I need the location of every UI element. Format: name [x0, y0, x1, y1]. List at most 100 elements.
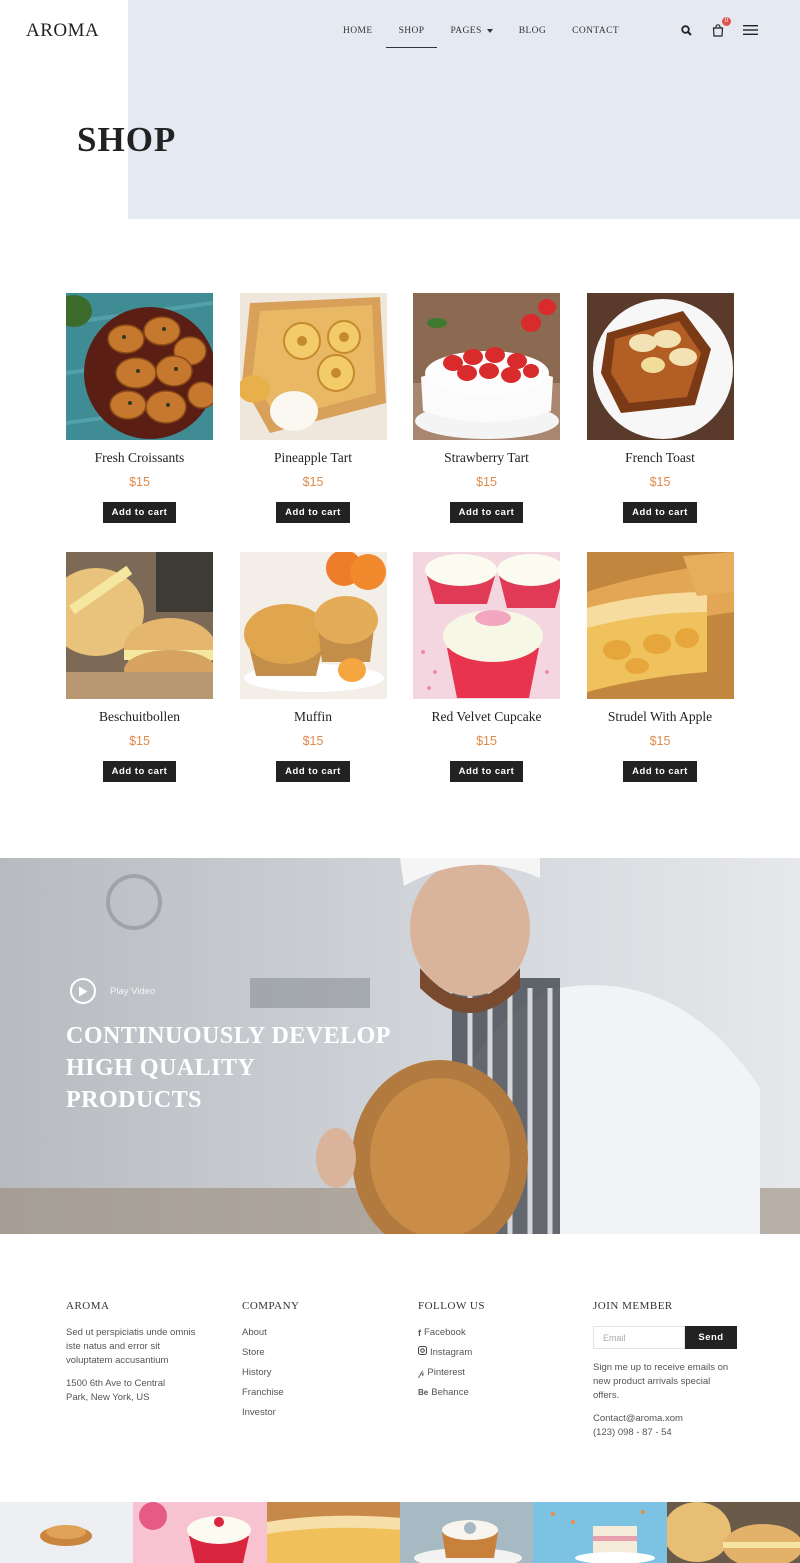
product-name[interactable]: Beschuitbollen: [66, 709, 213, 727]
product-image[interactable]: [586, 552, 734, 699]
product-price: $15: [649, 475, 671, 489]
cart-icon[interactable]: 0: [710, 17, 731, 38]
behance-label: Behance: [431, 1387, 469, 1398]
footer-join-heading: JOIN MEMBER: [593, 1300, 673, 1312]
play-video-label: Play Video: [110, 985, 156, 997]
gallery-image[interactable]: [399, 1502, 534, 1563]
footer-link-instagram[interactable]: Instagram: [418, 1346, 548, 1366]
footer-address-line1: 1500 6th Ave to Central: [66, 1378, 166, 1389]
instagram-icon: [418, 1346, 427, 1360]
product-image[interactable]: [239, 552, 387, 699]
product-image[interactable]: [413, 293, 560, 440]
product-price: $15: [649, 734, 671, 748]
footer-link-about[interactable]: About: [242, 1326, 362, 1346]
main-nav: HOME SHOP PAGES BLOG CONTACT: [330, 0, 632, 48]
footer-follow-heading: FOLLOW US: [418, 1300, 485, 1312]
nav-home[interactable]: HOME: [330, 0, 386, 48]
facebook-icon: f: [418, 1328, 421, 1338]
add-to-cart-button[interactable]: Add to cart: [276, 761, 350, 782]
gallery-image[interactable]: [533, 1502, 667, 1563]
site-footer: AROMA Sed ut perspiciatis unde omnis ist…: [0, 1234, 800, 1502]
footer-link-pinterest[interactable]: 𝓅 Pinterest: [418, 1366, 548, 1386]
nav-pages[interactable]: PAGES: [437, 0, 505, 48]
cart-count-badge: 0: [722, 17, 731, 26]
instagram-label: Instagram: [430, 1347, 473, 1358]
facebook-label: Facebook: [424, 1327, 466, 1338]
product-name[interactable]: Red Velvet Cupcake: [413, 709, 560, 727]
nav-shop[interactable]: SHOP: [385, 0, 438, 48]
product-price: $15: [129, 734, 150, 748]
product-name[interactable]: Fresh Croissants: [66, 450, 213, 468]
product-image[interactable]: [586, 293, 734, 440]
send-button[interactable]: Send: [685, 1326, 737, 1349]
product-image[interactable]: [66, 293, 213, 440]
nav-pages-label: PAGES: [450, 26, 482, 36]
add-to-cart-button[interactable]: Add to cart: [623, 761, 697, 782]
menu-icon[interactable]: [742, 22, 758, 38]
footer-about: AROMA Sed ut perspiciatis unde omnis ist…: [66, 1300, 206, 1405]
header-actions: 0: [678, 17, 758, 38]
footer-link-facebook[interactable]: f Facebook: [418, 1326, 548, 1346]
gallery-image[interactable]: [666, 1502, 800, 1563]
nav-blog[interactable]: BLOG: [506, 0, 559, 48]
footer-follow: FOLLOW US f Facebook Instagram 𝓅 Pintere…: [418, 1300, 548, 1406]
product-name[interactable]: Strawberry Tart: [413, 450, 560, 468]
chevron-down-icon: [486, 28, 493, 33]
product-name[interactable]: Strudel With Apple: [587, 709, 734, 727]
footer-link-behance[interactable]: Be Behance: [418, 1386, 548, 1406]
product-card: Beschuitbollen $15 Add to cart: [66, 552, 213, 811]
product-price: $15: [302, 734, 324, 748]
site-logo[interactable]: AROMA: [26, 20, 99, 42]
footer-company: COMPANY About Store History Franchise In…: [242, 1300, 362, 1426]
footer-link-franchise[interactable]: Franchise: [242, 1386, 362, 1406]
footer-link-store[interactable]: Store: [242, 1346, 362, 1366]
instagram-gallery: [0, 1502, 800, 1563]
play-icon: [70, 978, 96, 1004]
play-video-button[interactable]: Play Video: [70, 978, 155, 1004]
product-price: $15: [476, 734, 497, 748]
page-title: SHOP: [77, 120, 177, 159]
product-name[interactable]: French Toast: [587, 450, 734, 468]
footer-address-line2: Park, New York, US: [66, 1392, 150, 1403]
search-icon[interactable]: [678, 22, 694, 38]
nav-contact[interactable]: CONTACT: [559, 0, 632, 48]
contact-phone: (123) 098 - 87 - 54: [593, 1427, 672, 1438]
gallery-image[interactable]: [133, 1502, 267, 1563]
add-to-cart-button[interactable]: Add to cart: [102, 502, 177, 523]
footer-company-heading: COMPANY: [242, 1300, 300, 1312]
product-image[interactable]: [66, 552, 213, 699]
newsletter-text: Sign me up to receive emails on new prod…: [593, 1362, 729, 1401]
product-card: Strudel With Apple $15 Add to cart: [586, 552, 734, 811]
behance-icon: Be: [418, 1388, 429, 1397]
add-to-cart-button[interactable]: Add to cart: [102, 761, 177, 782]
newsletter-form: Send: [593, 1326, 743, 1349]
product-card: Fresh Croissants $15 Add to cart: [66, 293, 213, 552]
product-name[interactable]: Muffin: [240, 709, 387, 727]
add-to-cart-button[interactable]: Add to cart: [449, 502, 524, 523]
product-name[interactable]: Pineapple Tart: [240, 450, 387, 468]
email-input[interactable]: [593, 1326, 685, 1349]
product-card: Pineapple Tart $15 Add to cart: [239, 293, 387, 552]
product-price: $15: [302, 475, 324, 489]
gallery-image[interactable]: [0, 1502, 134, 1563]
add-to-cart-button[interactable]: Add to cart: [623, 502, 697, 523]
pinterest-label: Pinterest: [427, 1367, 465, 1378]
product-card: Strawberry Tart $15 Add to cart: [413, 293, 560, 552]
footer-brand-heading: AROMA: [66, 1300, 110, 1312]
add-to-cart-button[interactable]: Add to cart: [449, 761, 524, 782]
product-card: French Toast $15 Add to cart: [586, 293, 734, 552]
product-price: $15: [129, 475, 150, 489]
footer-link-investor[interactable]: Investor: [242, 1406, 362, 1426]
product-grid: Fresh Croissants $15 Add to cart Pineapp…: [66, 293, 734, 811]
product-card: Red Velvet Cupcake $15 Add to cart: [413, 552, 560, 811]
contact-email[interactable]: Contact@aroma.xom: [593, 1412, 743, 1426]
gallery-image[interactable]: [266, 1502, 400, 1563]
product-image[interactable]: [239, 293, 387, 440]
footer-about-text: Sed ut perspiciatis unde omnis iste natu…: [66, 1327, 196, 1366]
add-to-cart-button[interactable]: Add to cart: [276, 502, 350, 523]
pinterest-icon: 𝓅: [418, 1368, 425, 1378]
footer-link-history[interactable]: History: [242, 1366, 362, 1386]
product-image[interactable]: [413, 552, 560, 699]
product-card: Muffin $15 Add to cart: [239, 552, 387, 811]
product-price: $15: [476, 475, 497, 489]
